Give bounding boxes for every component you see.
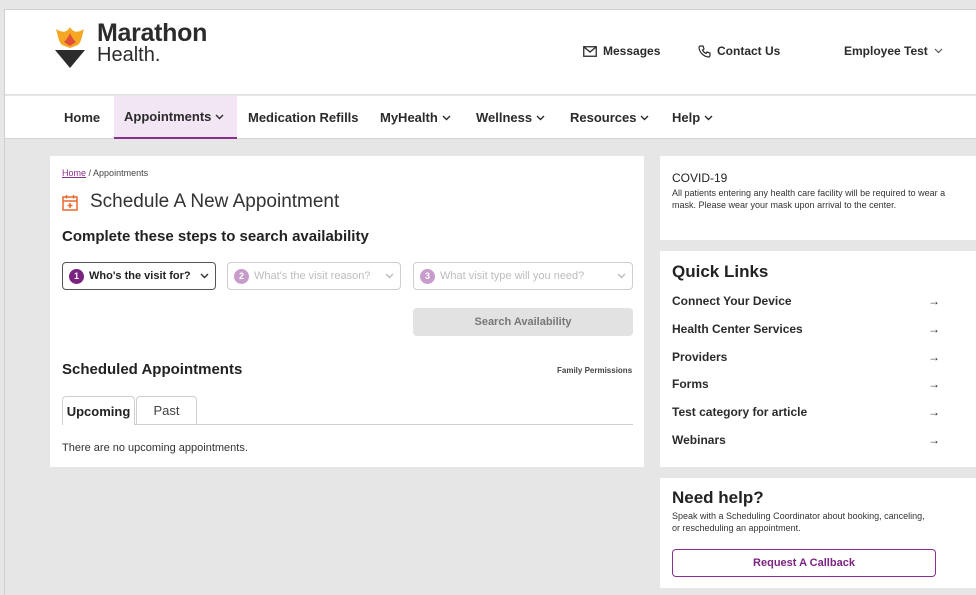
arrow-right-icon: → (928, 433, 940, 447)
top-header: Marathon Health. Messages Contact Us Emp… (5, 10, 976, 95)
nav-home[interactable]: Home (54, 96, 110, 139)
quick-link-label: Providers (672, 350, 728, 364)
quick-link-health-center-services[interactable]: Health Center Services → (672, 322, 940, 336)
nav-medication-refills[interactable]: Medication Refills (238, 96, 369, 139)
messages-link[interactable]: Messages (583, 44, 660, 58)
main-nav: Home Appointments Medication Refills MyH… (5, 96, 976, 139)
arrow-right-icon: → (928, 377, 940, 391)
quick-links-heading: Quick Links (672, 262, 769, 281)
scheduled-appointments-heading: Scheduled Appointments (62, 361, 243, 378)
nav-appointments[interactable]: Appointments (114, 96, 237, 139)
step-label: What's the visit reason? (254, 270, 371, 282)
page-title: Schedule A New Appointment (62, 191, 339, 213)
phone-icon (698, 44, 711, 58)
tab-upcoming[interactable]: Upcoming (62, 396, 135, 425)
calendar-plus-icon (62, 194, 78, 211)
breadcrumb-current: Appointments (93, 168, 149, 178)
nav-myhealth[interactable]: MyHealth (370, 96, 461, 139)
quick-link-label: Connect Your Device (672, 294, 792, 308)
step-visit-type-select[interactable]: 3 What visit type will you need? (413, 262, 633, 290)
request-callback-button[interactable]: Request A Callback (672, 549, 936, 577)
nav-resources[interactable]: Resources (560, 96, 659, 139)
nav-wellness[interactable]: Wellness (466, 96, 555, 139)
nav-home-label: Home (64, 110, 101, 125)
arrow-right-icon: → (928, 294, 940, 308)
brand-name-line2: Health. (97, 44, 161, 66)
tab-divider (62, 424, 633, 425)
contact-us-label: Contact Us (717, 44, 781, 58)
nav-appointments-label: Appointments (124, 109, 212, 124)
chevron-down-icon (385, 273, 394, 279)
steps-heading: Complete these steps to search availabil… (62, 228, 369, 245)
quick-link-label: Webinars (672, 433, 726, 447)
step-number: 1 (69, 268, 84, 284)
family-permissions-link[interactable]: Family Permissions (557, 366, 632, 375)
step-label: What visit type will you need? (440, 270, 585, 282)
appointments-card: Home / Appointments Schedule A New Appoi… (50, 156, 644, 467)
nav-resources-label: Resources (570, 110, 637, 125)
chevron-down-icon (934, 48, 943, 54)
quick-link-connect-device[interactable]: Connect Your Device → (672, 294, 940, 308)
tab-past[interactable]: Past (136, 396, 197, 424)
chevron-down-icon (704, 115, 713, 120)
chevron-down-icon (640, 115, 649, 120)
empty-appointments-message: There are no upcoming appointments. (62, 442, 248, 454)
breadcrumb-home-link[interactable]: Home (62, 168, 86, 178)
nav-help[interactable]: Help (662, 96, 723, 139)
browser-viewport: Marathon Health. Messages Contact Us Emp… (4, 9, 976, 595)
step-number: 3 (420, 268, 435, 284)
chevron-down-icon (215, 114, 224, 119)
chevron-down-icon (200, 273, 209, 279)
nav-medication-refills-label: Medication Refills (248, 110, 359, 125)
contact-us-link[interactable]: Contact Us (698, 44, 780, 58)
brand-name-line1: Marathon (97, 19, 208, 47)
search-availability-button[interactable]: Search Availability (413, 308, 633, 336)
chevron-down-icon (536, 115, 545, 120)
quick-link-label: Health Center Services (672, 322, 803, 336)
envelope-icon (583, 45, 597, 57)
quick-link-label: Test category for article (672, 405, 808, 419)
brand-wordmark[interactable]: Marathon Health. (97, 19, 208, 66)
step-visit-for-select[interactable]: 1 Who's the visit for? (62, 262, 216, 290)
schedule-title: Schedule A New Appointment (90, 191, 340, 212)
user-menu[interactable]: Employee Test (844, 44, 943, 58)
nav-wellness-label: Wellness (476, 110, 533, 125)
quick-link-webinars[interactable]: Webinars → (672, 433, 940, 447)
need-help-body: Speak with a Scheduling Coordinator abou… (672, 511, 925, 533)
quick-link-forms[interactable]: Forms → (672, 377, 940, 391)
step-visit-reason-select[interactable]: 2 What's the visit reason? (227, 262, 401, 290)
need-help-card: Need help? Speak with a Scheduling Coord… (660, 478, 976, 588)
quick-link-label: Forms (672, 377, 709, 391)
quick-link-providers[interactable]: Providers → (672, 350, 940, 364)
step-number: 2 (234, 268, 249, 284)
nav-help-label: Help (672, 110, 701, 125)
need-help-heading: Need help? (672, 488, 764, 507)
user-name: Employee Test (844, 44, 928, 58)
arrow-right-icon: → (928, 322, 940, 336)
marathon-torch-logo-icon[interactable] (50, 24, 90, 74)
covid-notice-card: COVID-19 All patients entering any healt… (660, 156, 976, 240)
quick-links-card: Quick Links Connect Your Device → Health … (660, 251, 976, 467)
quick-link-test-category[interactable]: Test category for article → (672, 405, 940, 419)
breadcrumb: Home / Appointments (62, 168, 148, 178)
messages-label: Messages (603, 44, 661, 58)
step-label: Who's the visit for? (89, 270, 191, 282)
covid-title: COVID-19 (672, 171, 728, 185)
arrow-right-icon: → (928, 350, 940, 364)
arrow-right-icon: → (928, 405, 940, 419)
nav-myhealth-label: MyHealth (380, 110, 438, 125)
chevron-down-icon (442, 115, 451, 120)
covid-body: All patients entering any health care fa… (672, 188, 946, 210)
chevron-down-icon (617, 273, 626, 279)
